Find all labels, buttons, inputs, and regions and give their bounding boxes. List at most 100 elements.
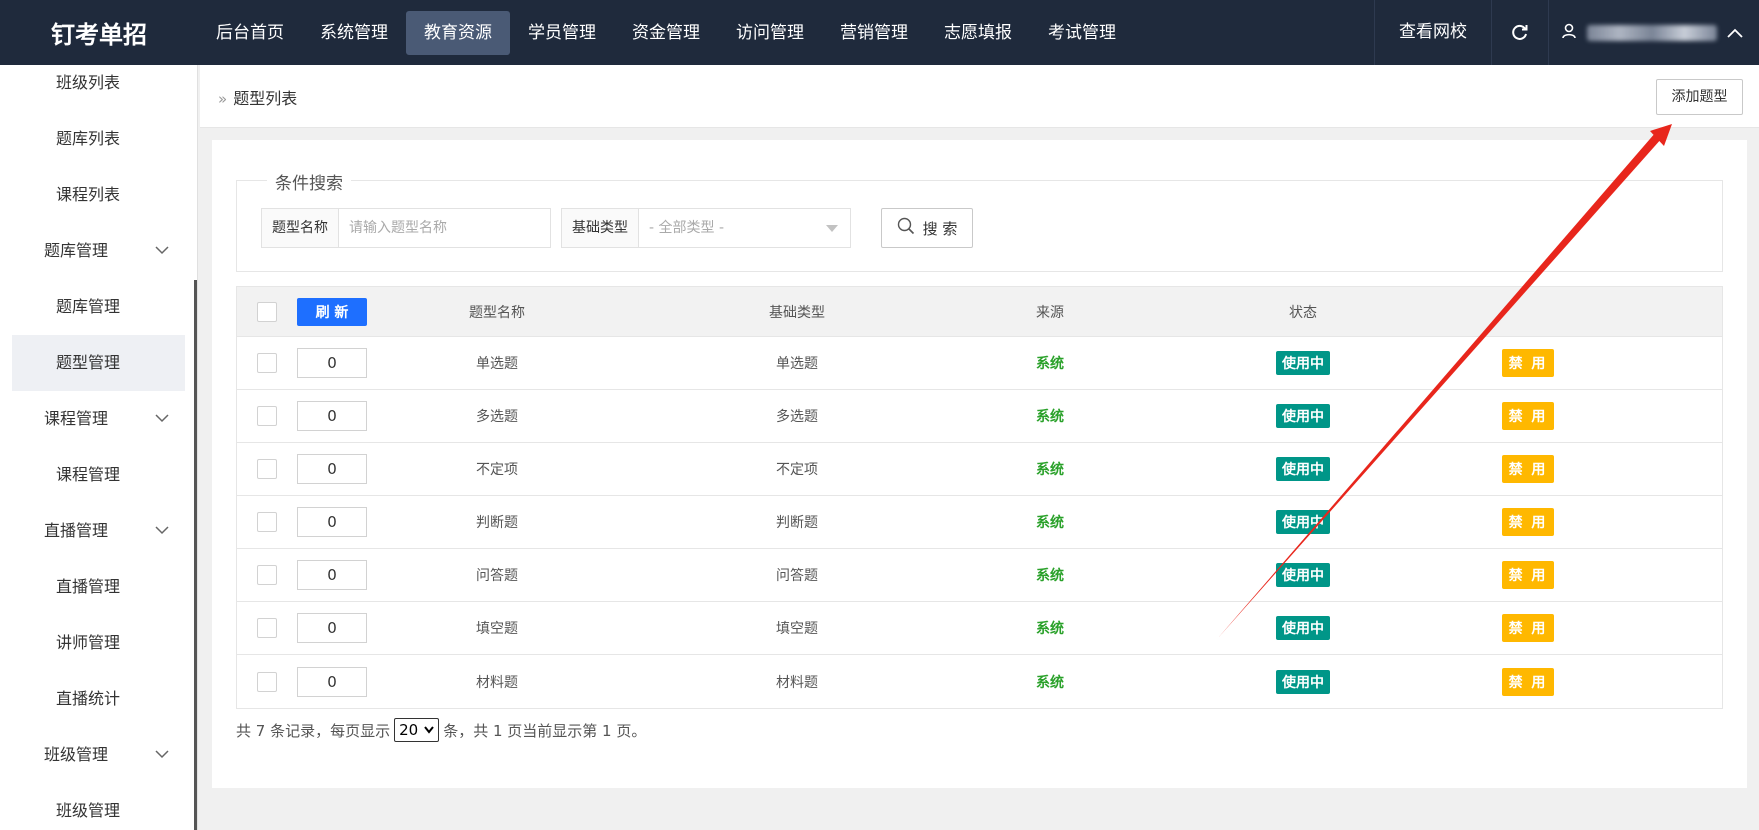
nav-item[interactable]: 学员管理 xyxy=(510,11,614,55)
caret-down-icon xyxy=(826,225,838,232)
sort-input[interactable]: 0 xyxy=(297,560,367,590)
view-school-link[interactable]: 查看网校 xyxy=(1375,0,1491,65)
header-source: 来源 xyxy=(1036,304,1064,321)
question-type-table: 刷 新 题型名称 基础类型 来源 状态 0 单选题 单选题 系统 使用中禁 用 0 多选题多… xyxy=(236,286,1723,709)
name-search-input[interactable]: 请输入题型名称 xyxy=(339,209,550,247)
row-checkbox[interactable] xyxy=(257,459,277,479)
row-checkbox[interactable] xyxy=(257,671,277,692)
double-chevron-icon: » xyxy=(218,90,228,108)
status-badge: 使用中 xyxy=(1276,457,1330,481)
search-panel: 条件搜索 题型名称 请输入题型名称 基础类型 - 全部类型 - 搜 索 xyxy=(236,169,1723,272)
nav-item[interactable]: 志愿填报 xyxy=(926,11,1030,55)
row-action-cell: 禁 用 xyxy=(1473,602,1583,654)
status-badge: 使用中 xyxy=(1276,616,1330,640)
row-checkbox[interactable] xyxy=(257,512,277,532)
sidebar-group[interactable]: 直播管理 xyxy=(0,503,197,559)
row-base-type: 填空题 xyxy=(776,621,818,637)
refresh-cell: 刷 新 xyxy=(297,287,367,336)
brand-logo[interactable]: 钉考单招 xyxy=(0,15,198,50)
page-header: » 题型列表 添加题型 xyxy=(200,65,1759,128)
row-checkbox[interactable] xyxy=(257,353,277,373)
nav-item[interactable]: 教育资源 xyxy=(406,10,510,55)
sidebar-item[interactable]: 课程列表 xyxy=(0,167,197,223)
table-header-row: 刷 新 题型名称 基础类型 来源 状态 xyxy=(237,287,1722,337)
row-name: 问答题 xyxy=(476,568,518,584)
nav-item[interactable]: 后台首页 xyxy=(198,11,302,55)
user-menu[interactable] xyxy=(1549,0,1759,65)
row-name: 多选题 xyxy=(476,409,518,425)
select-all-cell xyxy=(237,287,297,336)
sidebar-group[interactable]: 课程管理 xyxy=(0,391,197,447)
row-status-cell: 使用中 xyxy=(1133,496,1473,548)
status-badge: 使用中 xyxy=(1276,563,1330,587)
status-badge: 使用中 xyxy=(1276,404,1330,428)
row-sort-cell: 0 xyxy=(297,602,367,654)
sort-input[interactable]: 0 xyxy=(297,348,367,378)
type-select[interactable]: - 全部类型 - xyxy=(639,209,850,247)
disable-button[interactable]: 禁 用 xyxy=(1501,667,1555,696)
page-size-select[interactable]: 20 xyxy=(394,718,440,742)
sidebar-item[interactable]: 课程管理 xyxy=(0,447,197,503)
disable-button[interactable]: 禁 用 xyxy=(1501,349,1555,377)
row-source-cell: 系统 xyxy=(967,549,1133,601)
disable-button[interactable]: 禁 用 xyxy=(1501,614,1555,642)
nav-item[interactable]: 访问管理 xyxy=(718,11,822,55)
sidebar-scrollbar[interactable] xyxy=(194,280,197,830)
row-status-cell: 使用中 xyxy=(1133,390,1473,442)
row-sort-cell: 0 xyxy=(297,496,367,548)
sort-input[interactable]: 0 xyxy=(297,666,367,697)
sidebar-item-label: 课程管理 xyxy=(56,465,121,484)
search-icon xyxy=(897,217,915,240)
nav-item[interactable]: 资金管理 xyxy=(614,11,718,55)
disable-button[interactable]: 禁 用 xyxy=(1501,508,1555,536)
row-action-cell: 禁 用 xyxy=(1473,549,1583,601)
row-status-cell: 使用中 xyxy=(1133,655,1473,708)
pagination-prefix: 共 7 条记录，每页显示 xyxy=(236,721,391,740)
row-source-cell: 系统 xyxy=(967,602,1133,654)
search-button[interactable]: 搜 索 xyxy=(881,208,973,248)
sidebar-item[interactable]: 班级管理 xyxy=(0,783,197,830)
sidebar-item[interactable]: 讲师管理 xyxy=(0,615,197,671)
sidebar-item[interactable]: 题库列表 xyxy=(0,111,197,167)
sort-input[interactable]: 0 xyxy=(297,507,367,537)
table-row: 0 单选题 单选题 系统 使用中 禁 用 xyxy=(237,337,1722,390)
row-action-cell: 禁 用 xyxy=(1473,496,1583,548)
refresh-button[interactable]: 刷 新 xyxy=(297,297,367,326)
sidebar-item[interactable]: 题型管理 xyxy=(12,335,185,391)
sort-input[interactable]: 0 xyxy=(297,401,367,431)
disable-button[interactable]: 禁 用 xyxy=(1501,561,1555,589)
nav-item[interactable]: 考试管理 xyxy=(1030,11,1134,55)
row-base-type: 判断题 xyxy=(776,515,818,531)
sidebar-item[interactable]: 直播管理 xyxy=(0,559,197,615)
row-checkbox[interactable] xyxy=(257,406,277,426)
chevron-down-icon xyxy=(155,391,169,447)
sidebar-item-label: 班级列表 xyxy=(56,73,121,92)
add-question-type-button[interactable]: 添加题型 xyxy=(1656,79,1743,115)
table-row: 0 材料题 材料题 系统 使用中 禁 用 xyxy=(237,655,1722,708)
select-all-checkbox[interactable] xyxy=(257,301,277,322)
disable-button[interactable]: 禁 用 xyxy=(1501,455,1555,483)
row-action-cell: 禁 用 xyxy=(1473,443,1583,495)
row-source-cell: 系统 xyxy=(967,337,1133,389)
status-badge: 使用中 xyxy=(1276,669,1330,694)
row-check-cell xyxy=(237,390,297,442)
sidebar-item[interactable]: 班级列表 xyxy=(0,65,197,111)
row-checkbox[interactable] xyxy=(257,618,277,638)
row-sort-cell: 0 xyxy=(297,443,367,495)
row-checkbox[interactable] xyxy=(257,565,277,585)
header-status: 状态 xyxy=(1289,304,1317,321)
nav-item[interactable]: 系统管理 xyxy=(302,11,406,55)
sidebar-item[interactable]: 题库管理 xyxy=(0,279,197,335)
refresh-icon[interactable] xyxy=(1492,0,1548,65)
search-button-label: 搜 索 xyxy=(922,219,958,238)
sidebar-group[interactable]: 题库管理 xyxy=(0,223,197,279)
sidebar-item[interactable]: 直播统计 xyxy=(0,671,197,727)
table-row: 0 不定项 不定项 系统 使用中 禁 用 xyxy=(237,443,1722,496)
disable-button[interactable]: 禁 用 xyxy=(1501,402,1555,430)
row-check-cell xyxy=(237,549,297,601)
row-base-type: 不定项 xyxy=(776,462,818,478)
sidebar-group[interactable]: 班级管理 xyxy=(0,727,197,783)
sort-input[interactable]: 0 xyxy=(297,454,367,484)
nav-item[interactable]: 营销管理 xyxy=(822,11,926,55)
sort-input[interactable]: 0 xyxy=(297,613,367,643)
